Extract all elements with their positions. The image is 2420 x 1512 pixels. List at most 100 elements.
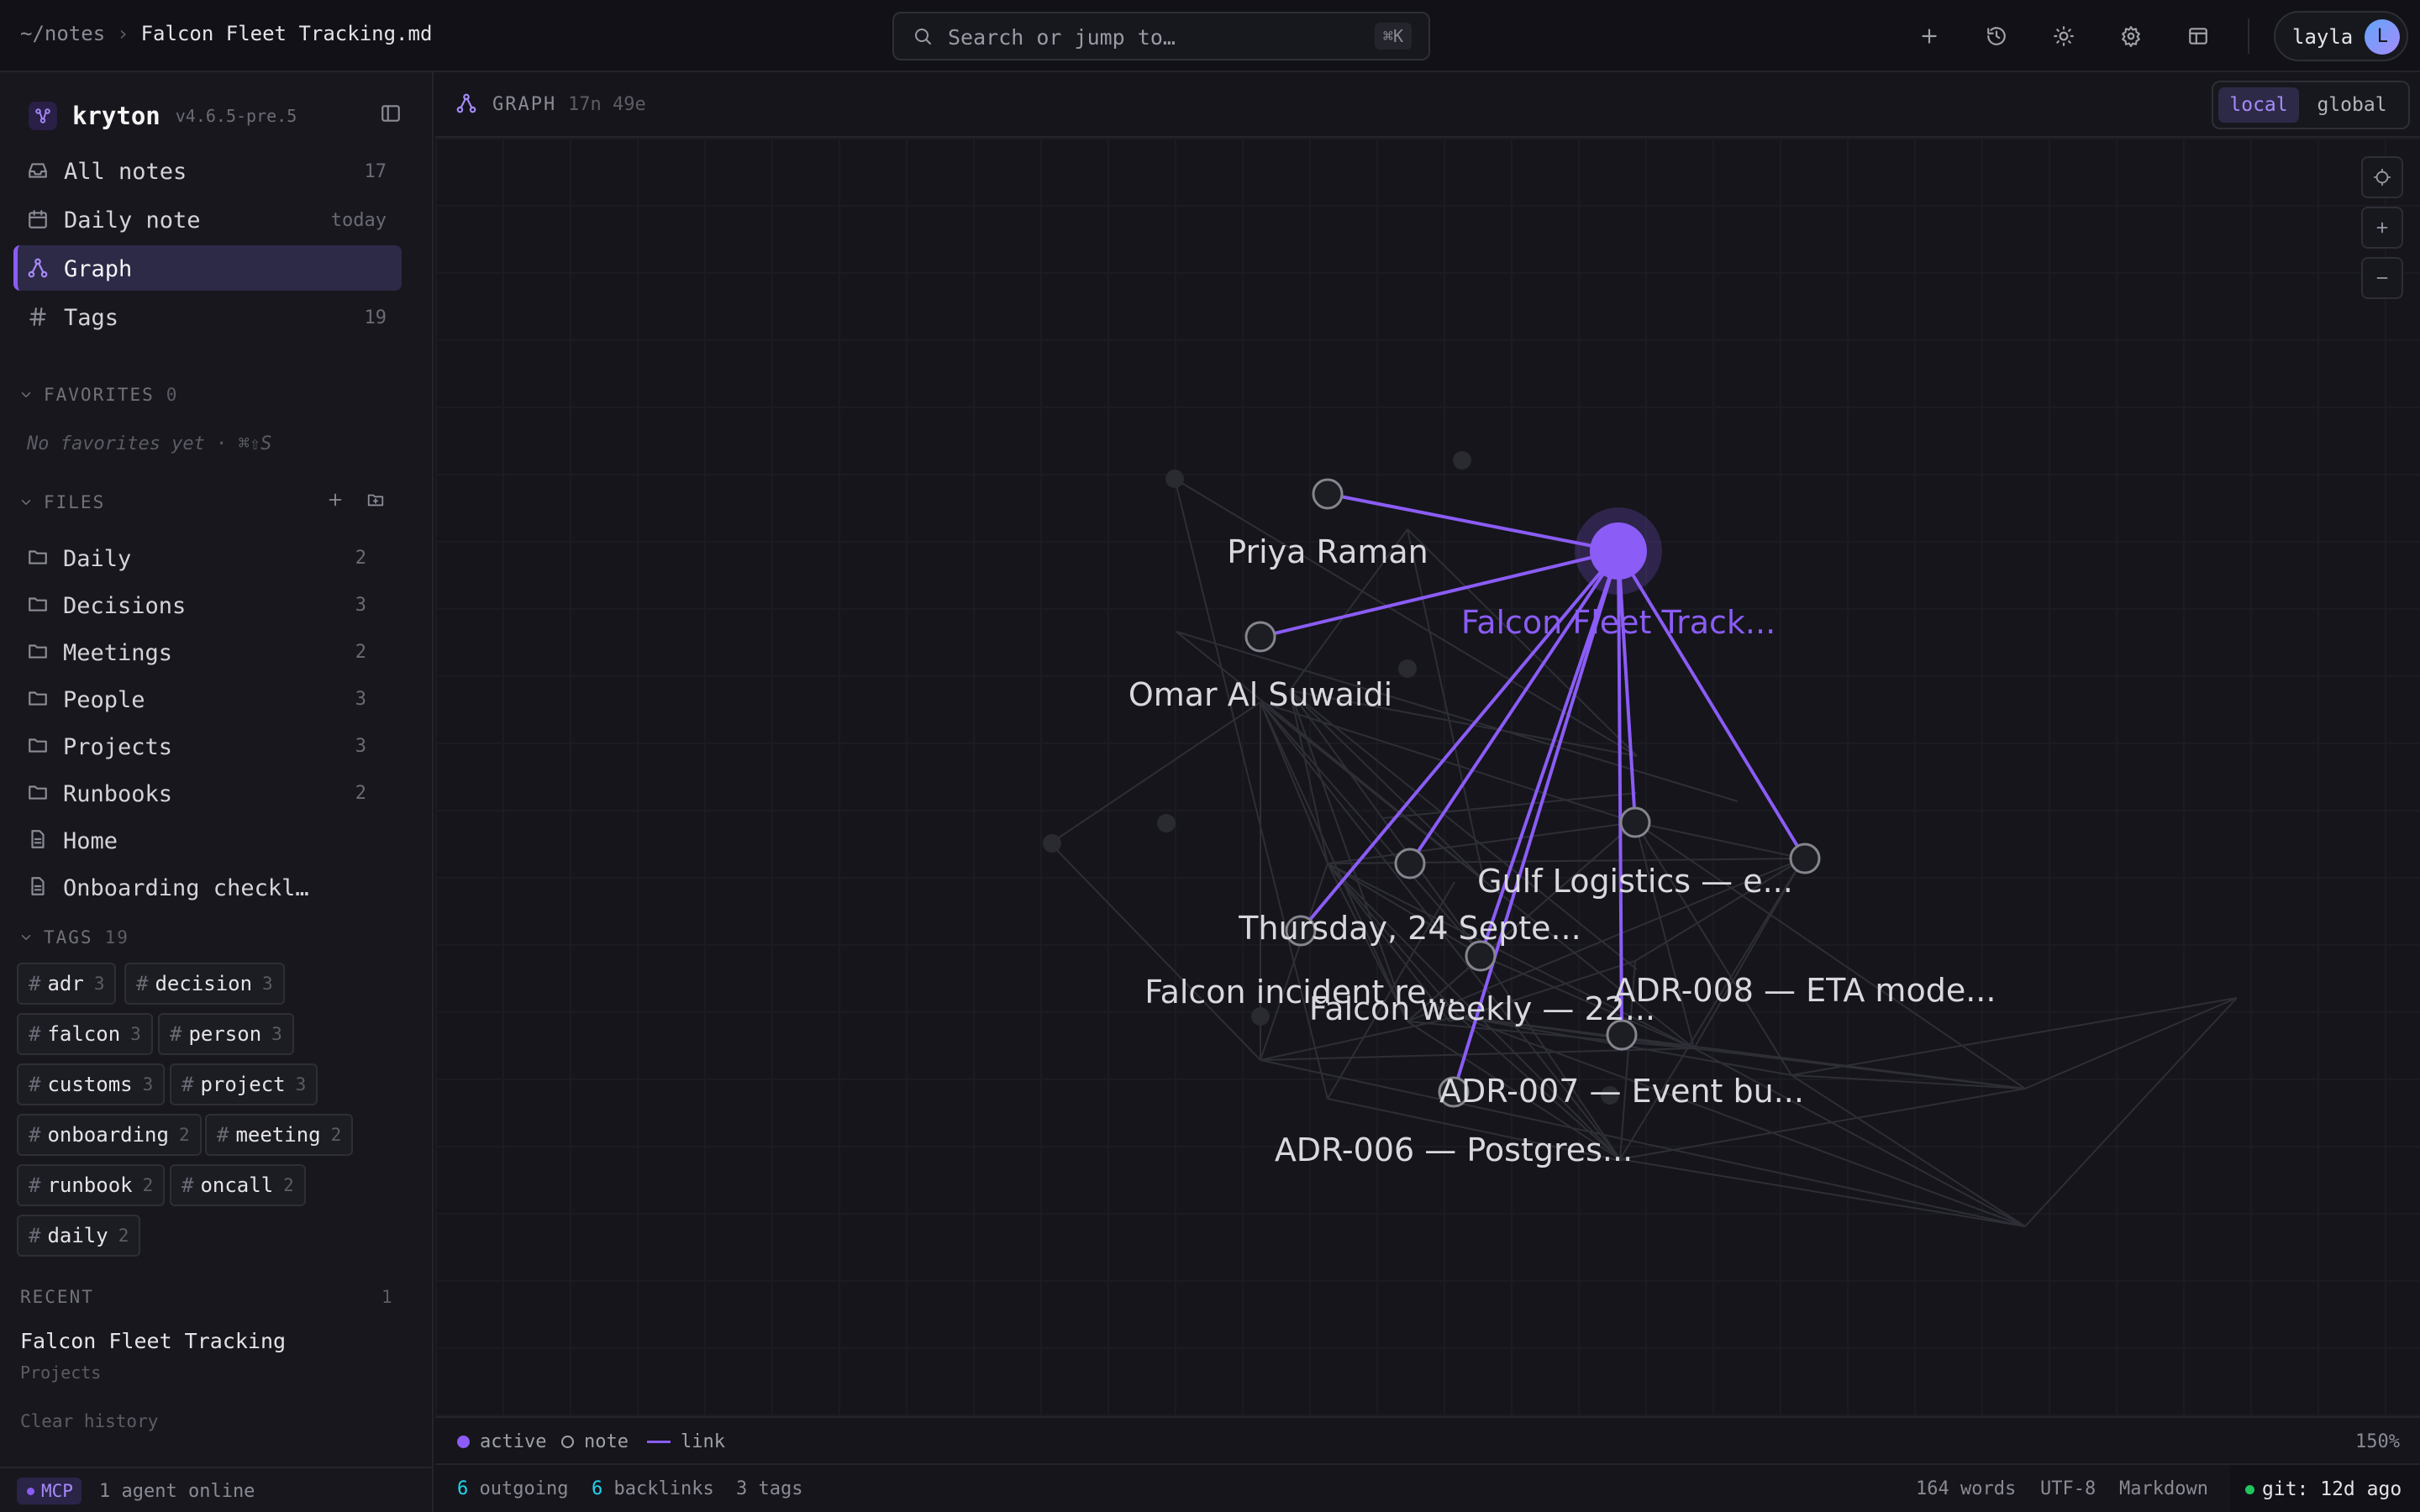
folder-count: 2 (355, 783, 366, 804)
outgoing-links[interactable]: 6 outgoing (457, 1478, 568, 1499)
tag-meeting[interactable]: # meeting 2 (205, 1114, 354, 1156)
new-note-button[interactable] (1912, 18, 1947, 54)
recent-item-title[interactable]: Falcon Fleet Tracking (20, 1329, 286, 1353)
tag-oncall[interactable]: # oncall 2 (170, 1164, 306, 1206)
folder-label: Meetings (63, 640, 173, 666)
files-header[interactable]: FILES (18, 492, 105, 512)
tags-label: TAGS (44, 927, 93, 948)
history-button[interactable] (1979, 18, 2014, 54)
favorites-header[interactable]: FAVORITES 0 (18, 385, 178, 405)
sidebar-status: MCP 1 agent online (0, 1467, 432, 1512)
mode-global-button[interactable]: global (2306, 87, 2398, 123)
node-adr-008[interactable] (1789, 843, 1821, 874)
folder-daily[interactable]: Daily 2 (18, 536, 380, 580)
tag-daily[interactable]: # daily 2 (17, 1215, 141, 1257)
file-home[interactable]: Home (18, 818, 380, 862)
breadcrumb-root[interactable]: ~/notes (20, 22, 105, 45)
recenter-button[interactable] (2361, 156, 2403, 198)
graph-canvas[interactable]: Falcon Fleet Track... Priya Raman Omar A… (435, 138, 2420, 1416)
tag-hash: # (182, 1073, 194, 1096)
legend-note: note (561, 1431, 629, 1452)
new-folder-button[interactable] (366, 491, 385, 512)
collapse-sidebar-button[interactable] (380, 102, 402, 128)
faint-edge (1050, 843, 1261, 1061)
search-icon (915, 29, 931, 45)
tag-project[interactable]: # project 3 (170, 1063, 318, 1105)
folder-meetings[interactable]: Meetings 2 (18, 630, 380, 674)
mode-local-button[interactable]: local (2218, 87, 2299, 123)
git-status[interactable]: git: 12d ago (2230, 1465, 2420, 1512)
tag-name: project (200, 1073, 286, 1096)
theme-toggle-button[interactable] (2046, 18, 2081, 54)
folder-label: Decisions (63, 593, 187, 619)
node-priya-raman[interactable] (1312, 478, 1344, 510)
search-input[interactable] (946, 22, 1353, 52)
node-gulf-logistics[interactable] (1619, 806, 1651, 838)
new-file-button[interactable] (326, 491, 345, 512)
toolbar-divider (2248, 18, 2249, 54)
node-omar-al-suwaidi[interactable] (1244, 621, 1276, 653)
encoding: UTF-8 (2040, 1478, 2096, 1499)
tag-runbook[interactable]: # runbook 2 (17, 1164, 166, 1206)
tag-count: 3 (295, 1074, 307, 1095)
folder-icon (29, 691, 47, 706)
recent-item-folder: Projects (20, 1362, 102, 1383)
folder-projects[interactable]: Projects 3 (18, 724, 380, 768)
main-panel: GRAPH 17n 49e local global Falcon Fleet … (435, 72, 2420, 1512)
tag-name: meeting (235, 1123, 321, 1147)
graph-icon (28, 258, 48, 278)
label-gulf-logistics: Gulf Logistics — e... (1477, 863, 1793, 900)
zoom-out-button[interactable] (2361, 257, 2403, 299)
faint-edge (1289, 690, 1485, 881)
breadcrumb-separator: › (117, 22, 129, 45)
faint-node[interactable] (1398, 659, 1417, 678)
node-falcon-fleet-tracking[interactable] (1590, 522, 1647, 580)
tags-header[interactable]: TAGS 19 (18, 927, 129, 948)
folder-people[interactable]: People 3 (18, 677, 380, 721)
folder-decisions[interactable]: Decisions 3 (18, 583, 380, 627)
label-adr-006: ADR-006 — Postgres... (1275, 1131, 1633, 1168)
faint-node[interactable] (1165, 470, 1184, 488)
graph-svg[interactable]: Falcon Fleet Track... Priya Raman Omar A… (435, 138, 2420, 1416)
layout-button[interactable] (2181, 18, 2216, 54)
folder-runbooks[interactable]: Runbooks 2 (18, 771, 380, 815)
mcp-badge[interactable]: MCP (17, 1478, 82, 1504)
breadcrumb-file[interactable]: Falcon Fleet Tracking.md (141, 22, 433, 45)
user-menu[interactable]: layla L (2274, 11, 2408, 61)
brand-version: v4.6.5-pre.5 (175, 106, 297, 126)
file-format: Markdown (2119, 1478, 2208, 1499)
label-priya-raman: Priya Raman (1227, 533, 1428, 570)
nav-daily-note[interactable]: Daily note today (13, 197, 402, 242)
tag-name: runbook (47, 1173, 133, 1197)
zoom-in-button[interactable] (2361, 207, 2403, 249)
node-thursday-24-september[interactable] (1394, 848, 1426, 879)
tag-hash: # (217, 1123, 229, 1147)
graph-legend: active note link 150% (435, 1416, 2420, 1463)
folder-label: Daily (63, 546, 132, 572)
tag-onboarding[interactable]: # onboarding 2 (17, 1114, 202, 1156)
tag-name: onboarding (47, 1123, 169, 1147)
faint-node[interactable] (1043, 834, 1061, 853)
nav-graph[interactable]: Graph (13, 245, 402, 291)
search-box[interactable]: ⌘K (892, 12, 1430, 60)
tag-count[interactable]: 3 tags (736, 1478, 802, 1499)
label-falcon-weekly: Falcon weekly — 22... (1309, 990, 1655, 1027)
tag-customs[interactable]: # customs 3 (17, 1063, 166, 1105)
faint-node[interactable] (1157, 814, 1176, 832)
tag-adr[interactable]: # adr 3 (17, 963, 117, 1005)
tag-hash: # (29, 1073, 41, 1096)
plus-icon (329, 493, 342, 507)
backlinks[interactable]: 6 backlinks (592, 1478, 714, 1499)
recent-count: 1 (381, 1287, 392, 1307)
tag-falcon[interactable]: # falcon 3 (17, 1013, 153, 1055)
faint-node[interactable] (1453, 451, 1471, 470)
legend-active-label: active (480, 1431, 547, 1452)
nav-all-notes[interactable]: All notes 17 (13, 148, 402, 193)
nav-tags[interactable]: Tags 19 (13, 294, 402, 339)
settings-button[interactable] (2113, 18, 2149, 54)
tag-decision[interactable]: # decision 3 (124, 963, 285, 1005)
tag-person[interactable]: # person 3 (158, 1013, 294, 1055)
file-onboarding-checklist[interactable]: Onboarding checkl… (18, 865, 380, 909)
brand-name: kryton (72, 102, 160, 130)
clear-history-button[interactable]: Clear history (20, 1411, 158, 1431)
